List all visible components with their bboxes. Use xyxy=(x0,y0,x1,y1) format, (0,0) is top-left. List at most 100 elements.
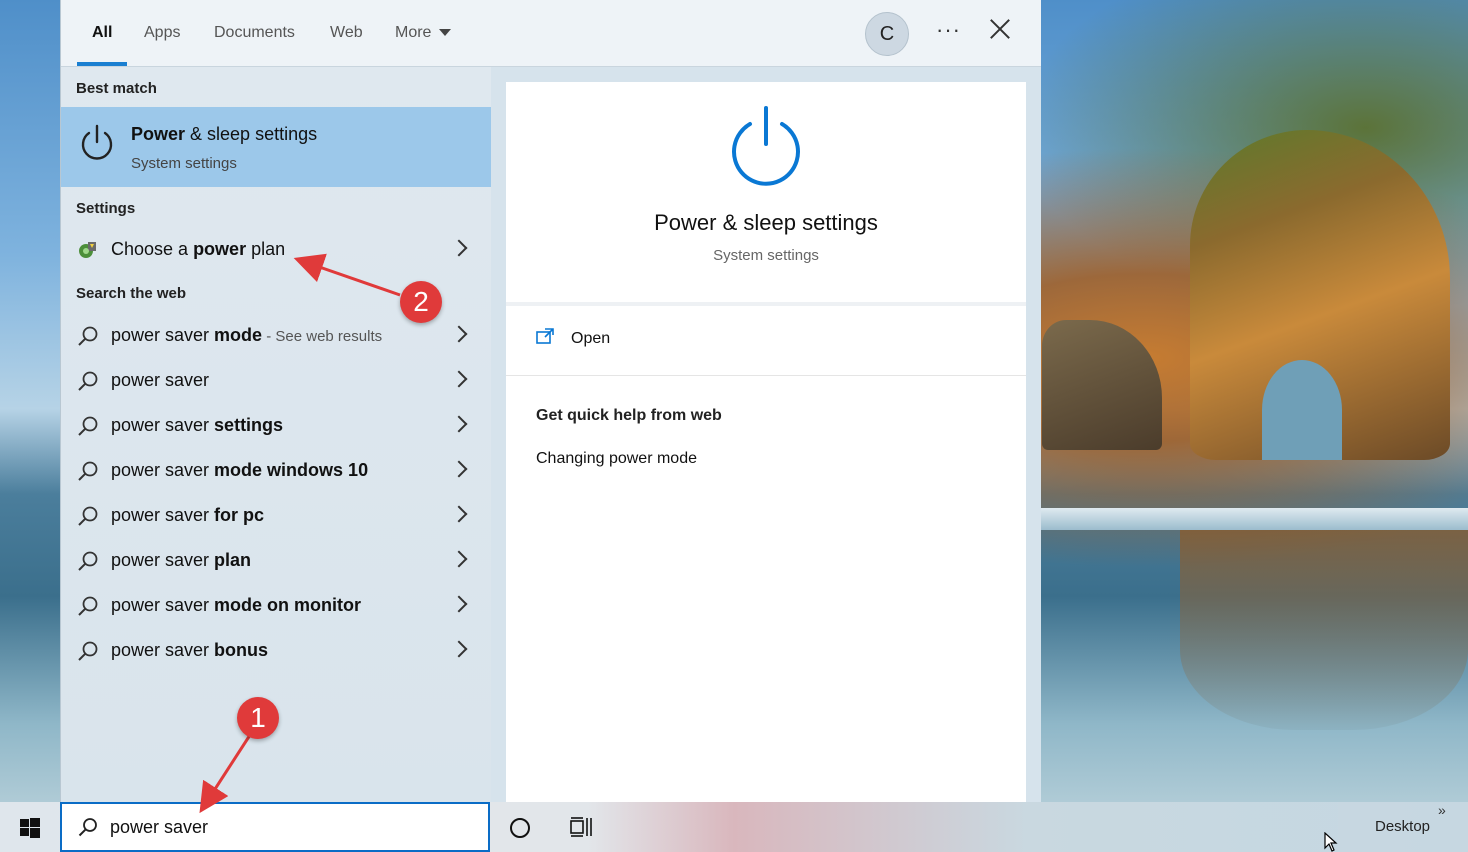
web-result-pre: power saver xyxy=(111,325,215,345)
quick-help-header: Get quick help from web xyxy=(536,407,722,424)
search-input[interactable]: power saver xyxy=(110,817,208,838)
web-result-bold: settings xyxy=(214,415,284,435)
chevron-right-icon[interactable] xyxy=(450,640,468,658)
annotation-badge-2: 2 xyxy=(400,281,442,323)
taskbar-search-box[interactable]: power saver xyxy=(60,802,490,852)
detail-title: Power & sleep settings xyxy=(654,210,878,235)
wallpaper-wave xyxy=(1040,508,1468,530)
power-plan-icon xyxy=(79,242,96,258)
best-match-title-rest: & sleep settings xyxy=(185,124,318,144)
mouse-cursor-icon xyxy=(1324,832,1338,852)
open-button[interactable]: Open xyxy=(571,330,610,348)
settings-item-power-plan[interactable]: Choose a power plan xyxy=(61,227,491,272)
detail-pane: Power & sleep settings System settings O… xyxy=(506,82,1026,802)
web-result-hint: - See web results xyxy=(262,328,383,345)
tab-all[interactable]: All xyxy=(92,24,112,42)
start-button[interactable] xyxy=(0,802,60,852)
close-icon[interactable] xyxy=(989,18,1011,40)
desktop-label[interactable]: Desktop xyxy=(1375,818,1430,835)
chevron-right-icon[interactable] xyxy=(450,505,468,523)
more-options-button[interactable]: ··· xyxy=(936,17,961,43)
web-result-item[interactable]: power saver mode on monitor xyxy=(61,583,491,628)
tab-apps[interactable]: Apps xyxy=(144,24,180,42)
web-result-pre: power saver xyxy=(111,550,215,570)
cortana-icon[interactable] xyxy=(510,818,530,838)
web-result-item[interactable]: power saver plan xyxy=(61,538,491,583)
account-avatar[interactable]: C xyxy=(865,12,909,56)
power-icon-large xyxy=(732,106,800,186)
wallpaper-reflection xyxy=(1180,530,1468,730)
search-icon xyxy=(78,596,98,616)
task-view-icon[interactable] xyxy=(570,817,592,837)
search-icon xyxy=(78,371,98,391)
search-icon xyxy=(78,506,98,526)
web-result-pre: power saver xyxy=(111,460,215,480)
web-result-pre: power saver xyxy=(111,595,215,615)
web-result-bold: mode windows 10 xyxy=(214,460,369,480)
settings-item-bold: power xyxy=(193,239,247,259)
web-result-label: power saver mode on monitor xyxy=(111,595,361,616)
chevron-right-icon[interactable] xyxy=(450,325,468,343)
web-result-pre: power saver xyxy=(111,640,215,660)
search-icon xyxy=(78,641,98,661)
settings-item-label: Choose a power plan xyxy=(111,239,285,260)
search-web-header: Search the web xyxy=(76,285,187,302)
search-icon xyxy=(78,461,98,481)
best-match-header: Best match xyxy=(76,80,157,97)
search-icon xyxy=(78,416,98,436)
open-icon xyxy=(536,328,554,344)
chevron-right-icon[interactable] xyxy=(450,415,468,433)
web-result-pre: power saver xyxy=(111,370,210,390)
chevron-right-icon[interactable] xyxy=(450,239,468,257)
best-match-title: Power & sleep settings xyxy=(131,124,317,145)
search-icon xyxy=(78,818,97,837)
web-result-label: power saver for pc xyxy=(111,505,264,526)
quick-help-link[interactable]: Changing power mode xyxy=(536,450,697,468)
taskbar: power saver Desktop » xyxy=(0,802,1468,852)
web-result-label: power saver plan xyxy=(111,550,251,571)
chevron-right-icon[interactable] xyxy=(450,370,468,388)
web-result-bold: mode xyxy=(214,325,263,345)
toolbar-overflow-icon[interactable]: » xyxy=(1438,802,1446,818)
web-result-item[interactable]: power saver for pc xyxy=(61,493,491,538)
search-icon xyxy=(78,326,98,346)
chevron-right-icon[interactable] xyxy=(450,595,468,613)
web-result-label: power saver settings xyxy=(111,415,283,436)
web-result-item[interactable]: power saver settings xyxy=(61,403,491,448)
web-result-bold: mode on monitor xyxy=(214,595,362,615)
caret-down-icon xyxy=(439,29,452,37)
divider xyxy=(506,302,1026,306)
best-match-subtitle: System settings xyxy=(131,155,237,172)
divider xyxy=(506,375,1026,376)
tab-more[interactable]: More xyxy=(395,24,452,42)
best-match-title-bold: Power xyxy=(131,124,186,144)
annotation-badge-1: 1 xyxy=(237,697,279,739)
settings-item-post: plan xyxy=(246,239,286,259)
settings-header: Settings xyxy=(76,200,136,217)
search-icon xyxy=(78,551,98,571)
web-result-item[interactable]: power saver bonus xyxy=(61,628,491,673)
web-result-pre: power saver xyxy=(111,505,215,525)
windows-logo-icon xyxy=(20,818,40,838)
results-list: Best match Power & sleep settings System… xyxy=(61,67,491,802)
web-result-item[interactable]: power saver mode windows 10 xyxy=(61,448,491,493)
web-result-item[interactable]: power saver xyxy=(61,358,491,403)
web-result-label: power saver mode windows 10 xyxy=(111,460,368,481)
web-result-bold: for pc xyxy=(214,505,265,525)
best-match-item[interactable]: Power & sleep settings System settings xyxy=(61,107,491,187)
web-result-label: power saver bonus xyxy=(111,640,268,661)
web-result-pre: power saver xyxy=(111,415,215,435)
web-result-label: power saver mode - See web results xyxy=(111,325,382,346)
chevron-right-icon[interactable] xyxy=(450,460,468,478)
tab-more-label: More xyxy=(395,24,432,41)
active-tab-indicator xyxy=(77,62,127,66)
chevron-right-icon[interactable] xyxy=(450,550,468,568)
settings-item-pre: Choose a xyxy=(111,239,194,259)
tab-web[interactable]: Web xyxy=(330,24,363,42)
wallpaper-arch-hole xyxy=(1262,360,1342,460)
web-result-bold: plan xyxy=(214,550,252,570)
search-tabs-bar: All Apps Documents Web More C ··· xyxy=(61,0,1041,67)
web-result-label: power saver xyxy=(111,370,209,391)
detail-subtitle: System settings xyxy=(713,247,819,264)
tab-documents[interactable]: Documents xyxy=(214,24,295,42)
